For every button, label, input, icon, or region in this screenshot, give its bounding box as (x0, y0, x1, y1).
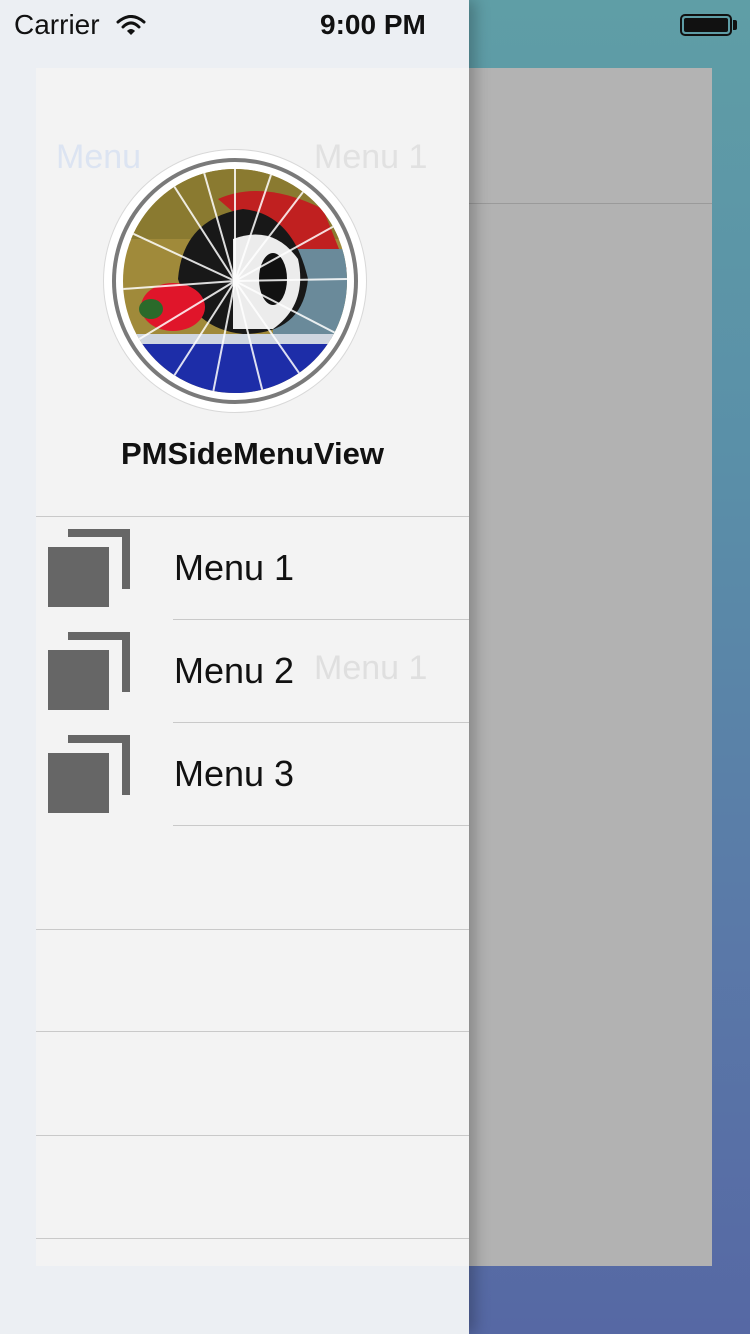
profile-name: PMSideMenuView (121, 436, 384, 471)
menu-item-3[interactable]: Menu 3 (36, 723, 469, 825)
windows-icon (48, 529, 130, 609)
avatar-photo (123, 169, 347, 393)
menu-item-1[interactable]: Menu 1 (36, 517, 469, 619)
battery-icon (680, 14, 732, 36)
divider (36, 1135, 469, 1136)
divider (36, 929, 469, 930)
windows-icon (48, 735, 130, 815)
wifi-icon (116, 12, 146, 44)
windows-icon (48, 632, 130, 712)
side-menu-panel: Menu Menu 1 PMSideMenuView Menu 1 Menu 2… (0, 0, 469, 1334)
ghost-menu-button: Menu (56, 138, 142, 176)
avatar[interactable] (104, 150, 366, 412)
menu-item-label: Menu 1 (174, 547, 295, 588)
menu-item-label: Menu 3 (174, 753, 295, 794)
divider (36, 1238, 469, 1239)
carrier-label: Carrier (14, 9, 100, 40)
ghost-nav-title: Menu 1 (314, 138, 428, 176)
status-bar: Carrier 9:00 PM (0, 0, 750, 50)
divider (173, 825, 469, 826)
menu-item-label: Menu 2 (174, 650, 295, 691)
divider (36, 1031, 469, 1032)
ghost-body-text: Menu 1 (314, 649, 428, 687)
clock: 9:00 PM (320, 9, 426, 40)
